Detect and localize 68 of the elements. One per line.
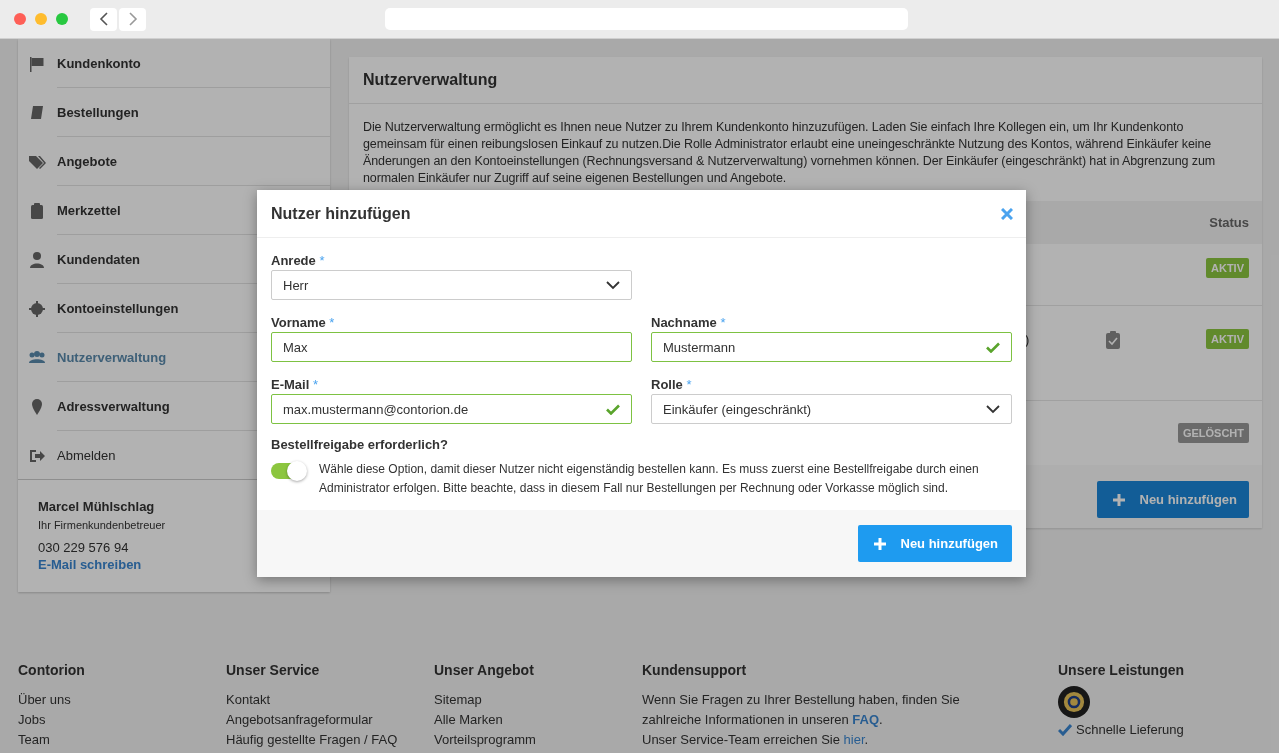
sidebar-item[interactable]: Angebote	[57, 154, 117, 169]
zoom-window-icon[interactable]	[56, 13, 68, 25]
select-field[interactable]: Einkäufer (eingeschränkt)	[651, 394, 1012, 424]
footer-link[interactable]: Sitemap	[434, 690, 642, 710]
field-label: Nachname *	[651, 315, 727, 330]
check-icon	[1058, 724, 1072, 736]
status-badge: GELÖSCHT	[1177, 423, 1249, 443]
field-label: Rolle *	[651, 377, 693, 392]
footer-heading: Kundensupport	[642, 662, 748, 678]
toggle-switch[interactable]	[271, 463, 306, 479]
input-field[interactable]: Mustermann	[651, 332, 1012, 362]
plus-icon	[873, 537, 886, 550]
footer-link[interactable]: Angebotsanfrageformular	[226, 710, 434, 730]
description-text: Die Nutzerverwaltung ermöglicht es Ihnen neue Nutzer zu Ihrem Kundenkonto hinzuzufügen. Laden Sie einfach Ihre Kollegen ein, um Ihr Kundenkonto gemeinsam für einen reibungslosen Einkauf zu nutzen.Die Rolle Administrator erlaubt eine uneingeschränkte Nutzung des Kontos, während Einkäufer keine Änderungen an den Kontoeinstellungen (Rechnungsversand & Nutzerverwaltung) vornehmen können. Der Einkäufer (eingeschränkt) hat in Abgrenzung zum normalen Einkäufer nur Zugriff auf seine eigenen Bestellungen und Angebote.	[362, 119, 1217, 187]
toggle-description: Wähle diese Option, damit dieser Nutzer nicht eigenständig bestellen kann. Es muss zuerst eine Bestellfreigabe durch einen Administrator erfolgen. Bitte beachte, dass in diesem Fall nur Bestellungen per Rechnung oder Vorkasse möglich sind.	[319, 461, 980, 497]
sidebar-item[interactable]: Bestellungen	[57, 105, 139, 120]
select-field[interactable]: Herr	[271, 270, 632, 300]
sidebar-item[interactable]: Adressverwaltung	[57, 399, 170, 414]
chevron-left-icon	[98, 12, 109, 26]
footer-heading: Contorion	[18, 662, 86, 678]
clipboard-icon	[28, 201, 46, 220]
support-text: Wenn Sie Fragen zu Ihrer Bestellung haben, finden Sie zahlreiche Informationen in unseren FAQ.	[642, 691, 961, 729]
phone-number: 030 229 576 94	[38, 540, 130, 555]
field-label: Bestellfreigabe erforderlich?	[271, 437, 449, 452]
footer-link[interactable]: Alle Marken	[434, 710, 642, 730]
support-text: Unser Service-Team erreichen Sie hier.	[642, 731, 870, 749]
footer-heading: Unser Service	[226, 662, 321, 678]
back-button[interactable]	[90, 7, 117, 31]
advisor-role: Ihr Firmenkundenbetreuer	[38, 519, 167, 531]
sidebar-item[interactable]: Abmelden	[57, 448, 116, 463]
close-window-icon[interactable]	[14, 13, 26, 25]
input-field[interactable]: max.mustermann@contorion.de	[271, 394, 632, 424]
sidebar-item[interactable]: Merkzettel	[57, 203, 121, 218]
status-badge: AKTIV	[1206, 329, 1249, 349]
field-label: Anrede *	[271, 253, 326, 268]
clipboard-check-icon	[1106, 331, 1120, 349]
sidebar-item[interactable]: Kundenkonto	[57, 56, 141, 71]
seal-icon	[1058, 686, 1090, 718]
minimize-window-icon[interactable]	[35, 13, 47, 25]
status-badge: AKTIV	[1206, 258, 1249, 278]
footer-link[interactable]: Kontakt	[226, 690, 434, 710]
person-icon	[28, 250, 46, 269]
field-label: Vorname *	[271, 315, 336, 330]
chevron-down-icon	[986, 404, 1000, 414]
column-header: Status	[1209, 215, 1249, 230]
footer-link[interactable]: Jobs	[18, 710, 226, 730]
flag-icon	[28, 54, 46, 73]
advisor-name: Marcel Mühlschlag	[38, 499, 156, 514]
footer-heading: Unsere Leistungen	[1058, 662, 1186, 678]
input-field[interactable]: Max	[271, 332, 632, 362]
sidebar-item[interactable]: Kontoeinstellungen	[57, 301, 179, 316]
footer-heading: Unser Angebot	[434, 662, 535, 678]
card-title: Nutzerverwaltung	[349, 57, 1262, 104]
forward-button[interactable]	[119, 7, 146, 31]
chevron-right-icon	[127, 12, 138, 26]
close-icon[interactable]	[1001, 207, 1013, 220]
footer-link[interactable]: Über uns	[18, 690, 226, 710]
plus-icon	[1112, 493, 1125, 506]
check-icon	[986, 341, 1000, 353]
field-label: E-Mail *	[271, 377, 319, 392]
footer-link[interactable]: Häufig gestellte Fragen / FAQ	[226, 730, 434, 750]
footer-link[interactable]: Team	[18, 730, 226, 750]
sidebar-item[interactable]: Kundendaten	[57, 252, 141, 267]
service-item: Schnelle Lieferung	[1076, 721, 1184, 739]
chevron-down-icon	[606, 280, 620, 290]
check-icon	[606, 403, 620, 415]
dialog-title: Nutzer hinzufügen	[271, 204, 411, 223]
footer-link[interactable]: Vorteilsprogramm	[434, 730, 642, 750]
